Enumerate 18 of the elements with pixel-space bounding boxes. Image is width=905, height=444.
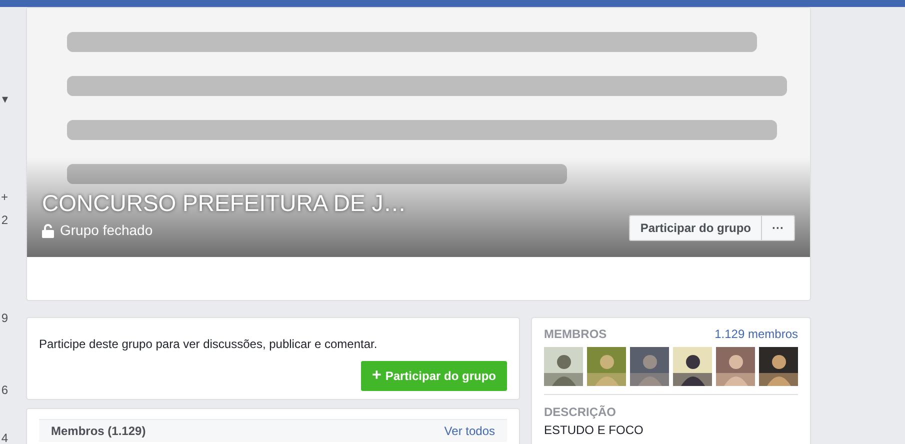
lock-icon [42, 224, 54, 238]
member-count-link[interactable]: 1.129 membros [714, 325, 798, 343]
cut-off-text: + [0, 190, 8, 204]
join-group-button[interactable]: Participar do grupo [629, 215, 762, 241]
description-heading: DESCRIÇÃO [544, 404, 618, 421]
more-button[interactable]: ··· [762, 215, 795, 241]
cut-off-text: 2 [1, 213, 8, 227]
members-heading: MEMBROS [544, 326, 607, 343]
cut-off-text: 4 [1, 431, 8, 444]
group-title: CONCURSO PREFEITURA DE J… [42, 190, 406, 216]
join-prompt-text: Participe deste grupo para ver discussões, publicar e comentar. [39, 336, 378, 353]
privacy-label: Grupo fechado [60, 221, 153, 240]
cut-off-text: ▾ [2, 92, 8, 106]
cut-off-text: 9 [1, 311, 8, 325]
description-text: ESTUDO E FOCO [544, 422, 644, 439]
see-all-link[interactable]: Ver todos [444, 423, 495, 439]
members-heading: Membros (1.129) [51, 423, 146, 439]
cut-off-text: 6 [1, 383, 8, 397]
